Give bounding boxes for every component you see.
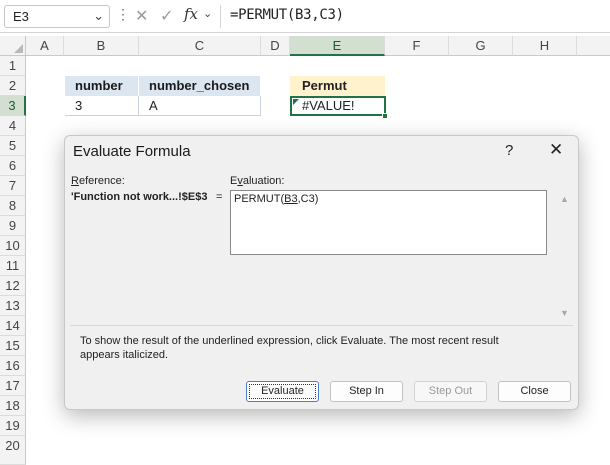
cancel-icon[interactable]: ✕	[135, 6, 148, 26]
row-header-5[interactable]: 5	[0, 136, 26, 156]
step-out-button: Step Out	[414, 381, 487, 402]
formula-input[interactable]: =PERMUT(B3,C3)	[230, 7, 344, 23]
column-header-c[interactable]: C	[139, 36, 261, 56]
select-all-button[interactable]	[0, 36, 26, 56]
scroll-up-icon[interactable]: ▲	[560, 194, 569, 204]
column-header-h[interactable]: H	[513, 36, 577, 56]
cell-c2[interactable]: number_chosen	[139, 76, 261, 96]
step-in-button[interactable]: Step In	[330, 381, 403, 402]
row-header-19[interactable]: 19	[0, 416, 26, 436]
cell-c3[interactable]: A	[139, 96, 261, 116]
column-header-e[interactable]: E	[290, 36, 385, 56]
column-header-i[interactable]	[577, 36, 610, 56]
insert-function-icon[interactable]: fx	[184, 5, 198, 23]
hint-text: To show the result of the underlined exp…	[80, 335, 499, 361]
column-header-a[interactable]: A	[26, 36, 64, 56]
row-header-3[interactable]: 3	[0, 96, 26, 116]
equals-sign: =	[216, 191, 223, 203]
evaluation-prefix: PERMUT(	[234, 193, 285, 205]
name-box-value: E3	[13, 9, 29, 24]
evaluation-suffix: ,C3)	[297, 193, 319, 205]
error-indicator-icon	[293, 99, 299, 105]
close-icon[interactable]: ✕	[549, 140, 563, 160]
row-header-9[interactable]: 9	[0, 216, 26, 236]
cell-b2[interactable]: number	[65, 76, 139, 96]
row-header-17[interactable]: 17	[0, 376, 26, 396]
chevron-down-icon[interactable]: ⌄	[203, 7, 212, 20]
row-header-10[interactable]: 10	[0, 236, 26, 256]
row-header-4[interactable]: 4	[0, 116, 26, 136]
divider	[220, 5, 221, 28]
check-icon[interactable]: ✓	[160, 6, 173, 26]
evaluation-label: Evaluation:	[230, 175, 285, 187]
evaluation-box[interactable]: PERMUT(B3,C3)	[230, 190, 547, 255]
column-header-b[interactable]: B	[64, 36, 139, 56]
reference-label: Reference:	[71, 175, 125, 187]
row-header-16[interactable]: 16	[0, 356, 26, 376]
cell-e3-active[interactable]: #VALUE!	[290, 96, 386, 116]
row-header-15[interactable]: 15	[0, 336, 26, 356]
column-header-f[interactable]: F	[385, 36, 449, 56]
fill-handle[interactable]	[382, 113, 388, 119]
formula-bar: E3 ⌄ ⋮ ✕ ✓ fx ⌄ =PERMUT(B3,C3)	[0, 0, 610, 33]
cell-b3[interactable]: 3	[65, 96, 139, 116]
more-options-icon[interactable]: ⋮	[116, 6, 130, 23]
evaluation-underlined: B3	[284, 193, 298, 205]
cell-e3-value: #VALUE!	[302, 98, 355, 113]
dialog-title: Evaluate Formula	[73, 143, 191, 160]
evaluate-formula-dialog: Evaluate Formula ? ✕ Reference: 'Functio…	[64, 135, 579, 410]
evaluate-button[interactable]: Evaluate	[246, 381, 319, 402]
row-header-1[interactable]: 1	[0, 56, 26, 76]
row-header-6[interactable]: 6	[0, 156, 26, 176]
column-header-g[interactable]: G	[449, 36, 513, 56]
row-header-20[interactable]: 20	[0, 436, 26, 465]
row-header-7[interactable]: 7	[0, 176, 26, 196]
row-header-12[interactable]: 12	[0, 276, 26, 296]
reference-value: 'Function not work...!$E$3	[71, 191, 208, 203]
chevron-down-icon[interactable]: ⌄	[93, 8, 104, 24]
cell-e2[interactable]: Permut	[290, 76, 385, 96]
divider	[70, 325, 573, 326]
scroll-down-icon[interactable]: ▼	[560, 308, 569, 318]
row-header-18[interactable]: 18	[0, 396, 26, 416]
close-button[interactable]: Close	[498, 381, 571, 402]
name-box[interactable]: E3 ⌄	[4, 5, 110, 28]
row-header-14[interactable]: 14	[0, 316, 26, 336]
help-icon[interactable]: ?	[505, 142, 513, 159]
row-header-11[interactable]: 11	[0, 256, 26, 276]
row-header-2[interactable]: 2	[0, 76, 26, 96]
row-header-13[interactable]: 13	[0, 296, 26, 316]
row-header-8[interactable]: 8	[0, 196, 26, 216]
column-header-d[interactable]: D	[261, 36, 290, 56]
